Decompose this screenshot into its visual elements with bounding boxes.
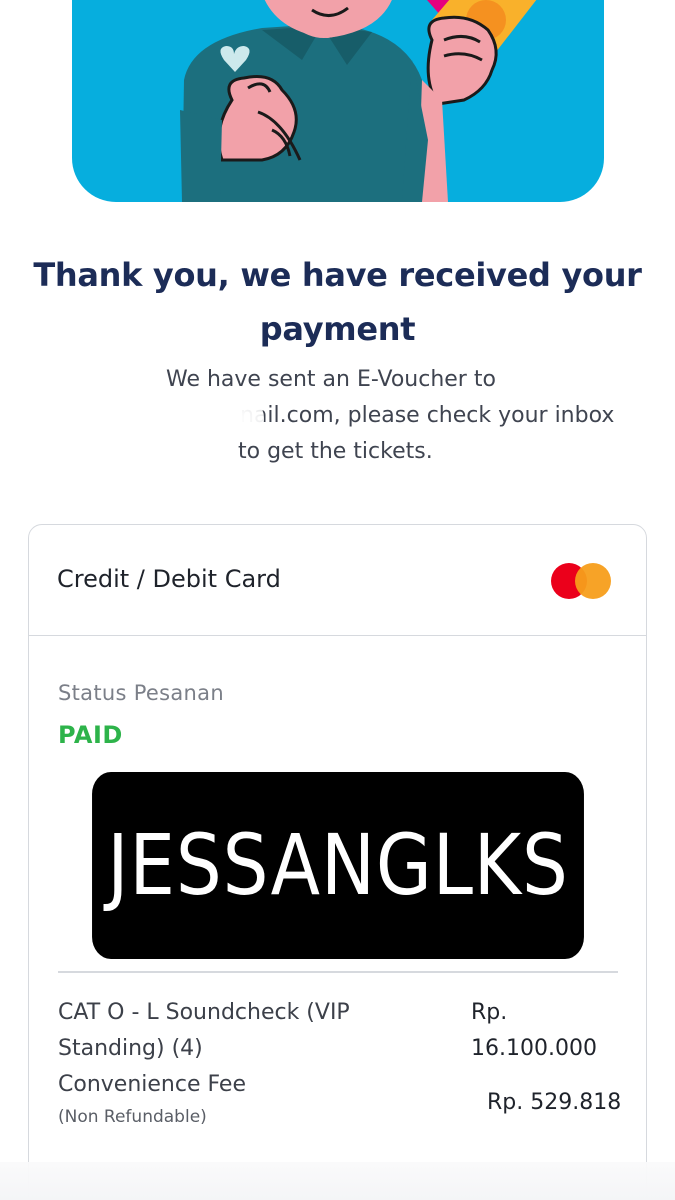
convenience-fee-label: Convenience Fee: [58, 1072, 246, 1097]
redacted-email-blur: [36, 396, 264, 442]
convenience-fee-note: (Non Refundable): [58, 1107, 207, 1127]
confirmation-title: Thank you, we have received your payment: [33, 256, 642, 348]
convenience-fee-price: Rp. 529.818: [487, 1090, 622, 1115]
payment-method-header: Credit / Debit Card: [29, 525, 646, 636]
status-label: Status Pesanan: [58, 681, 224, 705]
person-holding-card-illustration: [180, 0, 537, 202]
payment-confirmation-page: Thank you, we have received your payment…: [0, 0, 675, 1200]
payment-details-card: Credit / Debit Card Status Pesanan PAID …: [28, 524, 647, 1200]
status-badge: PAID: [58, 721, 123, 749]
watermark-label: JESSANGLKS: [92, 772, 584, 959]
bottom-bar-edge: [0, 1162, 675, 1200]
confirmation-line-3: to get the tickets.: [238, 439, 433, 464]
payment-method-label: Credit / Debit Card: [57, 565, 281, 593]
confirmation-line-2: nail.com, please check your inbox: [240, 403, 615, 428]
ticket-item-price: Rp. 16.100.000: [471, 1000, 597, 1061]
hero-illustration: [72, 0, 604, 202]
ticket-item-name: CAT O - L Soundcheck (VIP Standing) (4): [58, 1000, 350, 1061]
confirmation-line-1: We have sent an E-Voucher to: [166, 367, 496, 392]
mastercard-icon: [551, 563, 611, 599]
divider: [58, 971, 618, 973]
